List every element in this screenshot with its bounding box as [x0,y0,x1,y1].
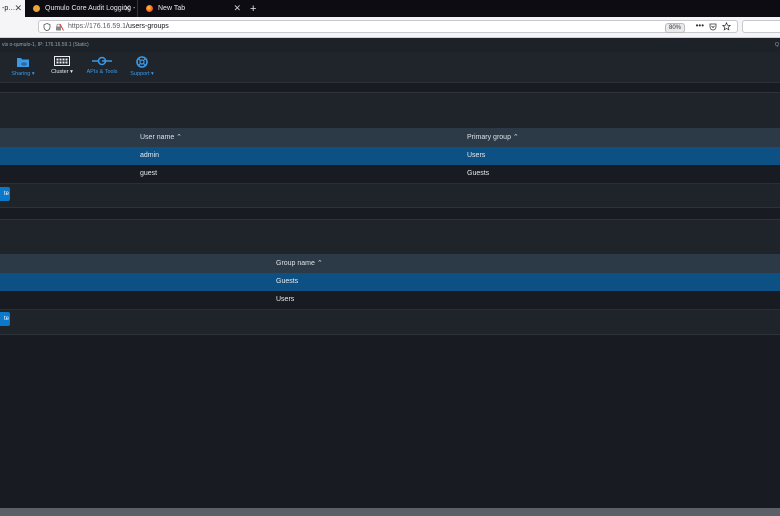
cluster-info-text: vis o-qumulo-1, IP: 176.16.59.1 (Static) [2,42,89,48]
group-name-cell: Guests [276,278,299,285]
api-plug-icon [92,56,112,66]
qumulo-favicon-icon [33,5,40,12]
tab-new-tab[interactable]: New Tab ✕ [137,0,247,17]
cluster-info-bar: vis o-qumulo-1, IP: 176.16.59.1 (Static)… [0,38,780,52]
groups-table-header: Group name ⌃ [0,254,780,273]
firefox-icon [146,5,153,12]
bookmark-star-icon[interactable] [722,22,731,31]
new-tab-button[interactable]: + [250,0,264,17]
primary-group-cell: Users [467,152,486,159]
tab-audit-logging[interactable]: Qumulo Core Audit Logging - ✕ [25,0,137,17]
users-action-button[interactable]: te [0,187,10,201]
app-nav: Sharing ▾ Cluster ▾ APIs & Tools Support… [0,52,780,83]
nav-cluster[interactable]: Cluster ▾ [47,56,77,75]
nav-label: Cluster ▾ [51,69,73,75]
url-bar[interactable]: https://176.16.59.1/users-groups 80% ••• [38,20,738,33]
table-row[interactable]: guest Guests [0,165,780,184]
close-icon[interactable]: ✕ [233,3,241,14]
tab-label: -p… [2,5,16,12]
table-row[interactable]: Guests [0,273,780,291]
users-table-header: User name ⌃ Primary group ⌃ [0,128,780,147]
nav-apis-tools[interactable]: APIs & Tools [84,56,120,75]
nav-label: APIs & Tools [86,69,118,75]
browser-nav-bar: https://176.16.59.1/users-groups 80% ••• [0,17,780,38]
user-name-cell: guest [140,170,158,177]
search-bar[interactable] [742,20,780,33]
nav-label: Support ▾ [130,71,154,77]
close-icon[interactable]: ✕ [123,3,131,14]
user-name-cell: admin [140,152,160,159]
zoom-level-badge[interactable]: 80% [664,23,685,33]
horizontal-scrollbar[interactable] [0,508,780,516]
folder-cloud-icon [17,58,29,67]
column-primary-group[interactable]: Primary group ⌃ [467,133,519,141]
tab-label: New Tab [158,5,186,12]
tab-current[interactable]: -p… ✕ [0,0,25,17]
url-text: https://176.16.59.1/users-groups [68,23,169,30]
lifebuoy-icon [136,56,148,68]
url-host: https://176.16.59.1 [68,23,126,30]
groups-action-button[interactable]: te [0,312,10,326]
shield-icon[interactable] [43,23,51,31]
pocket-icon[interactable] [709,23,717,31]
browser-tab-strip: -p… ✕ Qumulo Core Audit Logging - ✕ New … [0,0,780,17]
nav-sharing[interactable]: Sharing ▾ [8,56,38,77]
plus-icon: + [250,2,257,15]
nav-support[interactable]: Support ▾ [127,56,157,77]
server-icon [54,56,70,66]
primary-group-cell: Guests [467,170,490,177]
more-actions-icon[interactable]: ••• [696,21,704,30]
column-user-name[interactable]: User name ⌃ [140,133,182,141]
column-group-name[interactable]: Group name ⌃ [276,259,323,267]
nav-label: Sharing ▾ [11,71,35,77]
table-row[interactable]: admin Users [0,147,780,165]
tab-label: Qumulo Core Audit Logging - [45,5,136,12]
insecure-lock-icon[interactable] [55,23,64,31]
table-row[interactable]: Users [0,291,780,310]
right-info-text: Q [775,42,779,48]
close-icon[interactable]: ✕ [14,3,22,14]
url-path: /users-groups [126,23,169,30]
group-name-cell: Users [276,296,295,303]
